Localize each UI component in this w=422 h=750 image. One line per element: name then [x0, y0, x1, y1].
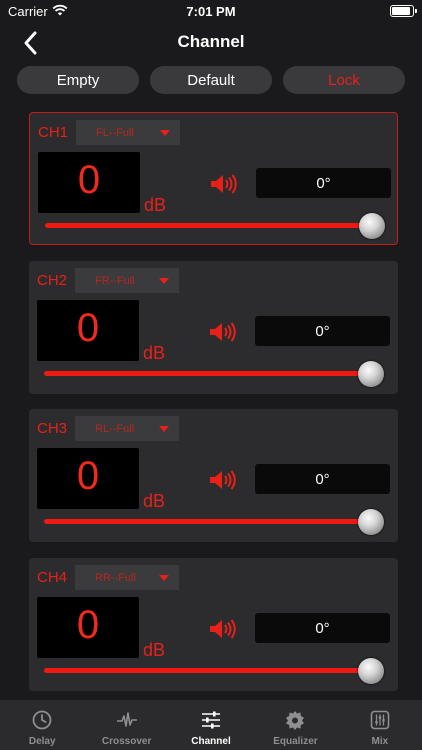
channel-card-1[interactable]: CH1 FL--Full 0 dB 0°: [29, 112, 398, 245]
tab-channel[interactable]: Channel: [169, 700, 253, 750]
caret-down-icon: [159, 426, 169, 432]
default-button[interactable]: Default: [150, 66, 272, 94]
gain-unit: dB: [143, 343, 166, 363]
output-select[interactable]: FL--Full: [76, 120, 180, 145]
tab-label: Delay: [28, 736, 56, 747]
phase-field[interactable]: 0°: [255, 464, 390, 494]
tab-equalizer[interactable]: Equalizer: [253, 700, 337, 750]
volume-slider-thumb[interactable]: [359, 213, 385, 239]
speaker-icon[interactable]: [209, 173, 239, 195]
clock-icon: [32, 710, 52, 730]
empty-button[interactable]: Empty: [17, 66, 139, 94]
caret-down-icon: [160, 130, 170, 136]
channel-label: CH3: [37, 420, 68, 437]
output-select-value: FL--Full: [96, 126, 134, 139]
output-select-value: RR--Full: [95, 571, 136, 584]
output-select-value: FR--Full: [95, 274, 135, 287]
phase-value: 0°: [315, 322, 330, 340]
speaker-icon[interactable]: [208, 618, 238, 640]
output-select[interactable]: FR--Full: [75, 268, 179, 293]
output-select[interactable]: RL--Full: [75, 416, 179, 441]
battery-icon: [390, 5, 417, 17]
channel-card-4[interactable]: CH4 RR--Full 0 dB 0°: [29, 558, 398, 691]
phase-field[interactable]: 0°: [255, 316, 390, 346]
volume-slider-track[interactable]: [44, 668, 369, 673]
channel-label: CH2: [37, 272, 68, 289]
gain-value: 0: [77, 158, 101, 202]
tab-mix[interactable]: Mix: [338, 700, 422, 750]
phase-value: 0°: [315, 619, 330, 637]
channel-card-2[interactable]: CH2 FR--Full 0 dB 0°: [29, 261, 398, 394]
status-bar: Carrier 7:01 PM: [0, 0, 422, 24]
phase-value: 0°: [315, 470, 330, 488]
gain-display[interactable]: 0: [38, 152, 140, 213]
tab-bar: Delay Crossover Channel Equalizer Mix: [0, 700, 422, 750]
tab-label: Crossover: [101, 736, 152, 747]
status-time: 7:01 PM: [186, 4, 236, 19]
gain-unit: dB: [143, 640, 166, 660]
waveform-icon: [116, 712, 137, 727]
speaker-icon[interactable]: [208, 469, 238, 491]
tab-delay[interactable]: Delay: [0, 700, 84, 750]
mixer-icon: [370, 710, 390, 730]
sliders-icon: [202, 711, 221, 729]
channel-card-3[interactable]: CH3 RL--Full 0 dB 0°: [29, 409, 398, 542]
tab-crossover[interactable]: Crossover: [84, 700, 168, 750]
top-button-row: Empty Default Lock: [17, 66, 405, 94]
volume-slider-track[interactable]: [44, 519, 369, 524]
phase-field[interactable]: 0°: [256, 168, 391, 198]
gain-unit: dB: [144, 195, 167, 215]
caret-down-icon: [159, 278, 169, 284]
caret-down-icon: [159, 575, 169, 581]
gain-value: 0: [76, 306, 100, 350]
channel-label: CH1: [38, 124, 69, 141]
gain-value: 0: [76, 454, 100, 498]
gain-value: 0: [76, 603, 100, 647]
output-select[interactable]: RR--Full: [75, 565, 179, 590]
tab-label: Channel: [191, 736, 231, 747]
volume-slider-track[interactable]: [44, 371, 369, 376]
channel-label: CH4: [37, 569, 68, 586]
gear-icon: [286, 711, 305, 730]
page-title: Channel: [177, 32, 245, 51]
phase-field[interactable]: 0°: [255, 613, 390, 643]
gain-display[interactable]: 0: [37, 300, 139, 361]
gain-display[interactable]: 0: [37, 448, 139, 509]
tab-label: Equalizer: [273, 736, 318, 747]
phase-value: 0°: [316, 174, 331, 192]
speaker-icon[interactable]: [208, 321, 238, 343]
volume-slider-thumb[interactable]: [358, 658, 384, 684]
volume-slider-thumb[interactable]: [358, 509, 384, 535]
tab-label: Mix: [371, 736, 389, 747]
lock-button[interactable]: Lock: [283, 66, 405, 94]
volume-slider-thumb[interactable]: [358, 361, 384, 387]
gain-unit: dB: [143, 491, 166, 511]
gain-display[interactable]: 0: [37, 597, 139, 658]
output-select-value: RL--Full: [95, 422, 135, 435]
nav-bar: Channel: [0, 24, 422, 64]
volume-slider-track[interactable]: [45, 223, 370, 228]
